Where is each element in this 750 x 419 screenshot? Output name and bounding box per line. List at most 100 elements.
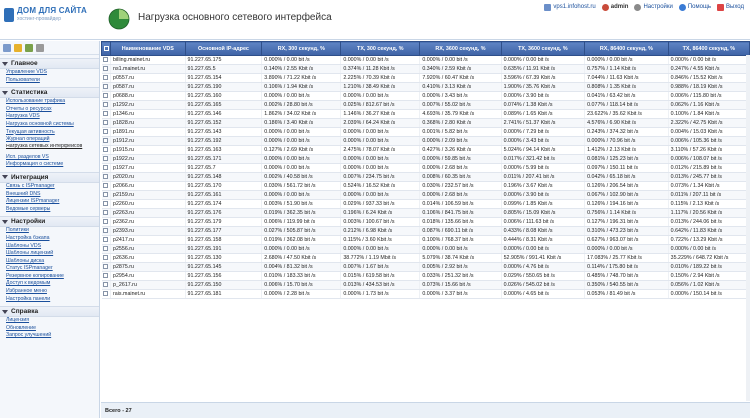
table-row[interactable]: p1912.ru 91.227.65.192 0.000% / 0.00 bit /… (101, 136, 750, 146)
row-checkbox[interactable] (101, 127, 112, 137)
sidebar-item-favorites[interactable]: Избранное меню (0, 288, 99, 296)
column-header[interactable]: RX, 3600 секунд, % (419, 41, 502, 56)
sidebar-head-integration[interactable]: Интеграция (0, 171, 99, 183)
row-checkbox[interactable] (101, 163, 112, 173)
row-checkbox[interactable] (101, 244, 112, 254)
sidebar-item-disk-templates[interactable]: Шаблоны диска (0, 258, 99, 266)
sidebar-item-vds-templates[interactable]: Шаблоны VDS (0, 243, 99, 251)
row-checkbox[interactable] (101, 253, 112, 263)
sidebar-item-panel-settings[interactable]: Настройка панели (0, 296, 99, 304)
table-row[interactable]: p0557.ru 91.227.65.154 3.890% / 71.22 Kbit… (101, 73, 750, 83)
table-row[interactable]: p2954.ru 91.227.65.156 0.010% / 183.33 bit… (101, 271, 750, 281)
table-row[interactable]: p2362.ru 91.227.65.179 0.006% / 119.99 bit… (101, 217, 750, 227)
table-row[interactable]: p2260.ru 91.227.65.174 0.003% / 51.90 bit … (101, 199, 750, 209)
sidebar-item-licenses[interactable]: Лицензии ISPmanager (0, 198, 99, 206)
row-checkbox[interactable] (101, 181, 112, 191)
sidebar-item-feature-request[interactable]: Запрос улучшений (0, 332, 99, 340)
table-row[interactable]: p_2617.ru 91.227.65.150 0.006% / 15.70 bit… (101, 280, 750, 290)
row-checkbox[interactable] (101, 190, 112, 200)
sidebar-item-backup-config[interactable]: Настройка бэкапа (0, 235, 99, 243)
row-checkbox[interactable] (101, 91, 112, 101)
table-row[interactable]: billing.mainet.ru 91.227.65.175 0.000% / 0… (101, 55, 750, 65)
table-row[interactable]: p0587.ru 91.227.65.190 0.106% / 1.94 Kbit … (101, 82, 750, 92)
row-checkbox[interactable] (101, 217, 112, 227)
row-checkbox[interactable] (101, 136, 112, 146)
row-checkbox[interactable] (101, 154, 112, 164)
table-row[interactable]: p1927.ru 91.227.65.7 0.000% / 0.00 bit /s 0… (101, 163, 750, 173)
sidebar-head-stats[interactable]: Статистика (0, 87, 99, 99)
table-row[interactable]: p2020.ru 91.227.65.148 0.002% / 40.58 bit … (101, 172, 750, 182)
sidebar-item-slave-access[interactable]: Доступ к ведомым (0, 280, 99, 288)
table-row[interactable]: p1292.ru 91.227.65.165 0.002% / 28.80 bit … (101, 100, 750, 110)
select-all-checkbox[interactable] (100, 41, 112, 56)
row-checkbox[interactable] (101, 235, 112, 245)
row-checkbox[interactable] (101, 199, 112, 209)
sidebar-item-backup[interactable]: Резервное копирование (0, 273, 99, 281)
sidebar-item-net-load[interactable]: Нагрузка сетевых интерфейсов (0, 144, 99, 154)
sidebar-item-external-dns[interactable]: Внешний DNS (0, 191, 99, 199)
expand-icon[interactable] (25, 43, 33, 52)
sidebar-item-traffic[interactable]: Использование трафика (0, 98, 99, 106)
table-row[interactable]: p1891.ru 91.227.65.143 0.000% / 0.00 bit /… (101, 127, 750, 137)
help-link[interactable]: Помощь (678, 3, 711, 11)
table-row[interactable]: p2263.ru 91.227.65.176 0.019% / 362.35 bit… (101, 208, 750, 218)
column-header[interactable]: Основной IP-адрес (184, 41, 263, 56)
sidebar-head-help[interactable]: Справка (0, 306, 99, 318)
table-row[interactable]: p2066.ru 91.227.65.170 0.030% / 561.72 bit… (101, 181, 750, 191)
row-checkbox[interactable] (101, 262, 112, 272)
sidebar-item-license[interactable]: Лицензия (0, 317, 99, 325)
table-row[interactable]: p1922.ru 91.227.65.171 0.000% / 0.00 bit /… (101, 154, 750, 164)
sidebar-item-ispmanager-link[interactable]: Связь с ISPmanager (0, 183, 99, 191)
column-header[interactable]: RX, 300 секунд, % (261, 41, 342, 56)
table-row[interactable]: p2875.ru 91.227.65.145 0.004% / 81.32 bit … (101, 262, 750, 272)
table-row[interactable]: p1828.ru 91.227.65.152 0.186% / 3.40 Kbit … (101, 118, 750, 128)
row-checkbox[interactable] (101, 145, 112, 155)
table-row[interactable]: p2393.ru 91.227.65.177 0.027% / 505.87 bit… (101, 226, 750, 236)
sidebar-item-log[interactable]: Журнал операций (0, 136, 99, 144)
table-row[interactable]: rais.mainet.ru 91.227.65.181 0.000% / 2.28… (101, 289, 750, 299)
table-row[interactable]: p2556.ru 91.227.65.191 0.000% / 0.00 bit /… (101, 244, 750, 254)
sidebar-item-slaves[interactable]: Ведомые серверы (0, 206, 99, 214)
sidebar-item-activity[interactable]: Текущая активность (0, 129, 99, 137)
table-row[interactable]: p0688.ru 91.227.65.160 0.000% / 0.00 bit /… (101, 91, 750, 101)
settings-link[interactable]: Настройки (634, 3, 673, 11)
sidebar-item-vds[interactable]: Управление VDS (0, 69, 99, 77)
table-row[interactable]: p1346.ru 91.227.65.146 1.862% / 34.02 Kbit… (101, 109, 750, 119)
sidebar-head-settings[interactable]: Настройки (0, 216, 99, 228)
table-row[interactable]: p2636.ru 91.227.65.130 2.680% / 47.50 Kbit… (101, 253, 750, 263)
row-checkbox[interactable] (101, 82, 112, 92)
row-checkbox[interactable] (101, 109, 112, 119)
row-checkbox[interactable] (101, 280, 112, 290)
column-header[interactable]: Наименование VDS (110, 41, 186, 56)
column-header[interactable]: TX, 3600 секунд, % (500, 41, 586, 56)
sidebar-item-license-templates[interactable]: Шаблоны лицензий (0, 250, 99, 258)
table-row[interactable]: p1915.ru 91.227.65.163 0.127% / 2.69 Kbit … (101, 145, 750, 155)
sidebar-item-sysinfo[interactable]: Информация о системе (0, 161, 99, 169)
row-checkbox[interactable] (101, 208, 112, 218)
sidebar-head-main[interactable]: Главное (0, 58, 99, 69)
row-checkbox[interactable] (101, 118, 112, 128)
sidebar-item-partitions[interactable]: Исп. разделов VS (0, 154, 99, 162)
vertical-scrollbar[interactable] (746, 55, 750, 401)
table-row[interactable]: p2417.ru 91.227.65.158 0.019% / 362.08 bit… (101, 235, 750, 245)
row-checkbox[interactable] (101, 226, 112, 236)
sidebar-item-policies[interactable]: Политики (0, 227, 99, 235)
column-header[interactable]: TX, 300 секунд, % (340, 41, 421, 56)
column-header[interactable]: TX, 86400 секунд, % (667, 41, 750, 56)
sidebar-item-resource-reports[interactable]: Отчеты о ресурсах (0, 106, 99, 114)
logo[interactable]: ДОМ ДЛЯ САЙТА хостинг-провайдер (4, 6, 100, 34)
sidebar-item-vds-load[interactable]: Нагрузка VDS (0, 113, 99, 121)
column-header[interactable]: RX, 86400 секунд, % (584, 41, 669, 56)
favorites-icon[interactable] (14, 43, 22, 52)
sidebar-item-system-load[interactable]: Нагрузка основной системы (0, 121, 99, 129)
row-checkbox[interactable] (101, 73, 112, 83)
row-checkbox[interactable] (101, 172, 112, 182)
row-checkbox[interactable] (101, 55, 112, 65)
row-checkbox[interactable] (101, 64, 112, 74)
table-row[interactable]: ns1.mainet.ru 91.227.65.5 0.140% / 2.55 Kb… (101, 64, 750, 74)
host-link[interactable]: vps1.infohost.ru (544, 3, 596, 11)
sidebar-item-update[interactable]: Обновление (0, 325, 99, 333)
sidebar-item-users[interactable]: Пользователи (0, 77, 99, 85)
row-checkbox[interactable] (101, 271, 112, 281)
table-row[interactable]: p2159.ru 91.227.65.161 0.000% / 0.00 bit /… (101, 190, 750, 200)
